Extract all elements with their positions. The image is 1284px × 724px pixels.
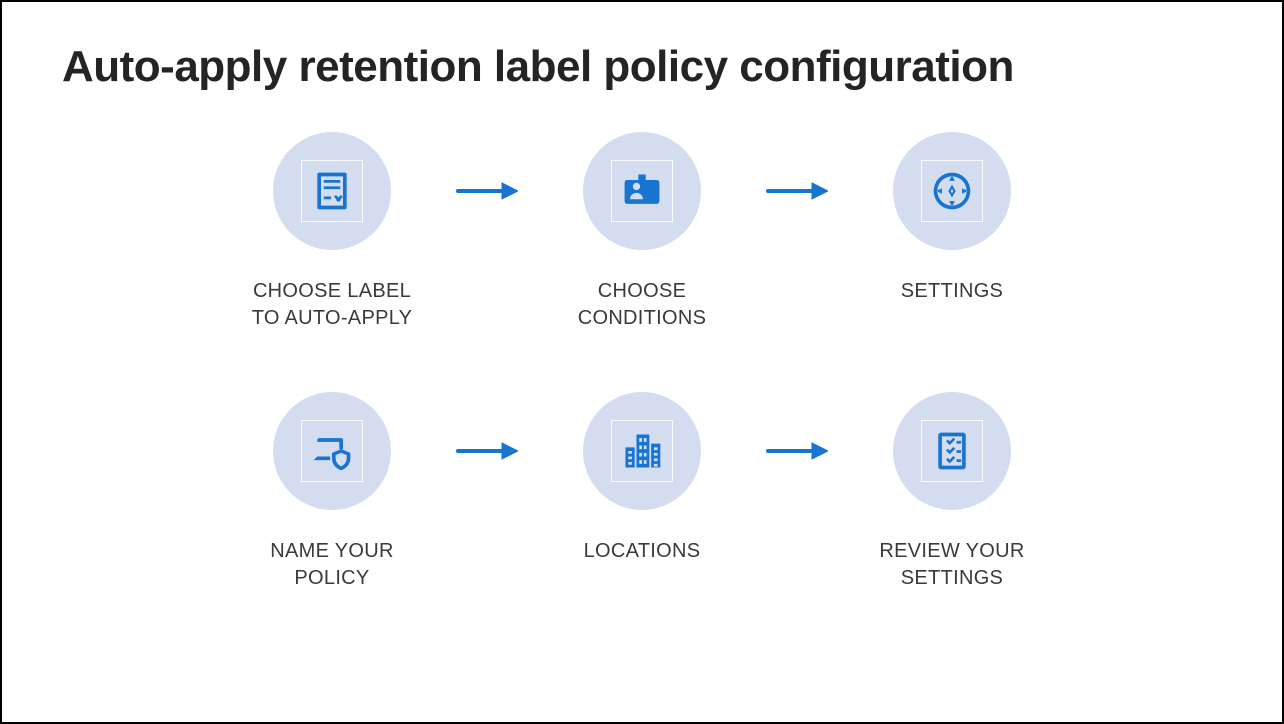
badge (273, 392, 391, 510)
buildings-icon (611, 420, 673, 482)
arrow-icon (452, 392, 522, 510)
arrow-icon (762, 392, 832, 510)
badge (893, 132, 1011, 250)
step-label: REVIEW YOUR SETTINGS (879, 538, 1024, 592)
id-badge-icon (611, 160, 673, 222)
step-settings: SETTINGS (852, 132, 1052, 305)
badge (273, 132, 391, 250)
diagram-frame: Auto-apply retention label policy config… (0, 0, 1284, 724)
step-label: CHOOSE CONDITIONS (578, 278, 707, 332)
step-label: SETTINGS (901, 278, 1003, 305)
step-label: LOCATIONS (584, 538, 701, 565)
checklist-icon (921, 420, 983, 482)
arrow-icon (762, 132, 832, 250)
step-review-settings: REVIEW YOUR SETTINGS (852, 392, 1052, 592)
step-label: CHOOSE LABEL TO AUTO-APPLY (252, 278, 413, 332)
steps-container: CHOOSE LABEL TO AUTO-APPLY CHOOSE CONDIT… (62, 132, 1222, 592)
badge (893, 392, 1011, 510)
document-check-icon (301, 160, 363, 222)
device-shield-icon (301, 420, 363, 482)
badge (583, 132, 701, 250)
step-choose-label: CHOOSE LABEL TO AUTO-APPLY (232, 132, 432, 332)
arrow-icon (452, 132, 522, 250)
compass-icon (921, 160, 983, 222)
page-title: Auto-apply retention label policy config… (62, 42, 1222, 92)
step-label: NAME YOUR POLICY (270, 538, 393, 592)
step-name-policy: NAME YOUR POLICY (232, 392, 432, 592)
steps-row-1: CHOOSE LABEL TO AUTO-APPLY CHOOSE CONDIT… (232, 132, 1052, 332)
step-locations: LOCATIONS (542, 392, 742, 565)
badge (583, 392, 701, 510)
step-choose-conditions: CHOOSE CONDITIONS (542, 132, 742, 332)
steps-row-2: NAME YOUR POLICY LOCATIONS (232, 392, 1052, 592)
